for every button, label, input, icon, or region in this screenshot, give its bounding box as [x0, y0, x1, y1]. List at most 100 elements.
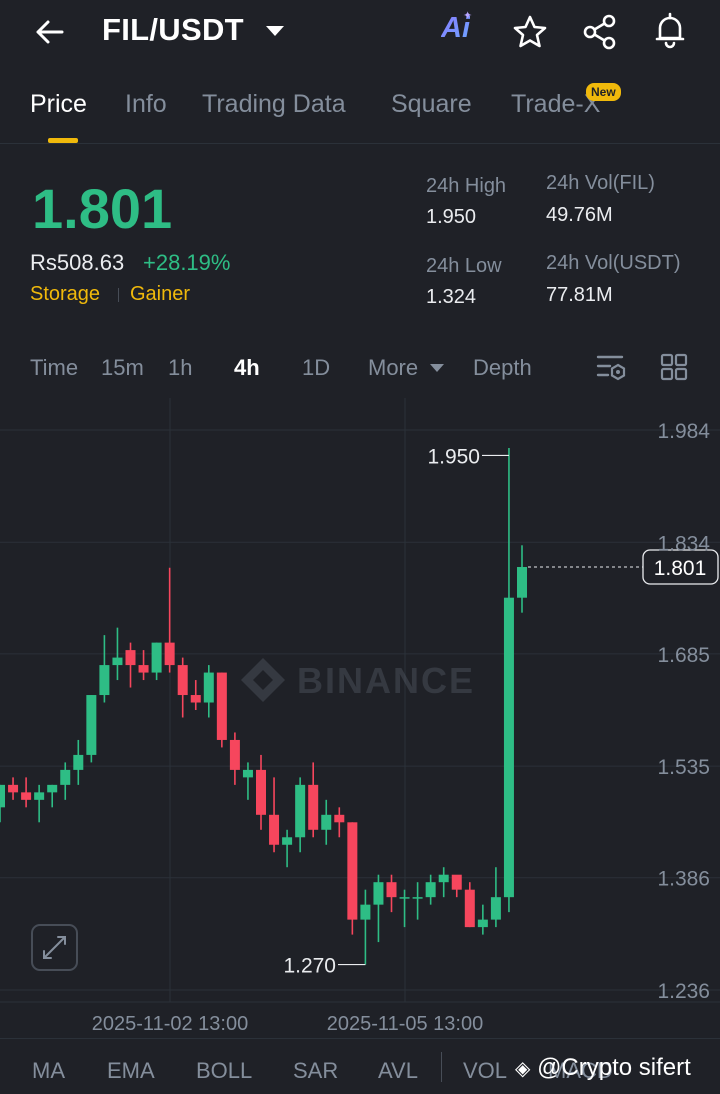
y-tick-label: 1.834: [657, 532, 710, 555]
binance-small-icon: ◈: [515, 1058, 531, 1080]
candle-body: [490, 897, 501, 920]
y-tick-label: 1.236: [657, 980, 710, 1003]
y-axis: 1.984 1.834 1.685 1.535 1.386 1.236: [657, 420, 710, 1003]
candle-body: [125, 650, 136, 666]
x-tick-label: 2025-11-02 13:00: [92, 1013, 248, 1035]
candle-body: [503, 597, 514, 898]
candle-body: [86, 695, 97, 755]
indicator-vol[interactable]: VOL: [463, 1058, 507, 1084]
new-badge: New: [586, 83, 621, 101]
watermark-text: BINANCE: [297, 660, 475, 701]
candle-body: [412, 897, 423, 899]
candle-body: [347, 822, 358, 920]
stat-high-label: 24h High: [426, 175, 507, 197]
candle-body: [21, 792, 32, 800]
tab-info[interactable]: Info: [125, 90, 167, 119]
candle-body: [308, 784, 319, 830]
candle-body: [190, 695, 201, 703]
price-inr: Rs508.63: [30, 250, 125, 275]
bell-icon[interactable]: [650, 10, 690, 50]
candle-body: [242, 769, 253, 778]
stat-vol-fil-label: 24h Vol(FIL): [546, 172, 655, 194]
candle-body: [73, 754, 84, 770]
interval-depth[interactable]: Depth: [473, 355, 532, 381]
interval-4h[interactable]: 4h: [234, 355, 260, 381]
candle-body: [477, 919, 488, 928]
stat-high-value: 1.950: [426, 206, 477, 228]
high-marker-label: 1.950: [427, 445, 480, 468]
candle-body: [295, 784, 306, 838]
x-axis: 2025-11-02 13:00 2025-11-05 13:00: [92, 1013, 483, 1035]
dropdown-caret-icon[interactable]: [266, 26, 284, 36]
candle-body: [451, 874, 462, 890]
interval-more[interactable]: More: [368, 355, 418, 381]
candle-body: [229, 739, 240, 770]
stat-vol-fil-value: 49.76M: [546, 204, 613, 226]
stat-low-value: 1.324: [426, 286, 477, 308]
candlestick-chart[interactable]: BINANCE 1.950 1.270 1.801 1.984 1.834 1.685 1…: [0, 398, 720, 1038]
candle-body: [438, 874, 449, 883]
candle-body: [386, 882, 397, 898]
candle-body: [151, 642, 162, 673]
stat-low-label: 24h Low: [426, 255, 502, 277]
candle-body: [373, 882, 384, 905]
candle-body: [464, 889, 475, 928]
interval-1d[interactable]: 1D: [302, 355, 330, 381]
candle-body: [282, 837, 293, 845]
candle-body: [99, 665, 110, 696]
candle-body: [47, 784, 58, 793]
indicator-divider: [441, 1052, 442, 1082]
credit-text: @Crypto sifert: [537, 1054, 691, 1081]
top-bar: FIL/USDT Ai ✦: [0, 0, 720, 64]
current-price-label: 1.801: [654, 557, 707, 580]
candle-body: [112, 657, 123, 666]
candle-body: [138, 665, 149, 673]
candle-body: [360, 904, 371, 920]
price-change: +28.19%: [143, 250, 231, 275]
grid-layout-icon[interactable]: [659, 352, 689, 382]
indicator-ma[interactable]: MA: [32, 1058, 65, 1084]
candle-body: [269, 814, 280, 845]
back-arrow-icon[interactable]: [30, 14, 70, 50]
pair-title[interactable]: FIL/USDT: [102, 12, 244, 48]
candle-body: [34, 792, 45, 800]
tab-price[interactable]: Price: [30, 90, 87, 119]
y-tick-label: 1.535: [657, 756, 710, 779]
last-price: 1.801: [32, 177, 173, 240]
candle-body: [425, 882, 436, 898]
y-tick-label: 1.984: [657, 420, 710, 443]
stat-vol-usdt-label: 24h Vol(USDT): [546, 252, 681, 274]
tabs-divider: [0, 143, 720, 144]
candle-body: [0, 784, 5, 808]
candle-body: [517, 567, 527, 598]
fullscreen-icon[interactable]: [31, 924, 78, 971]
stat-vol-usdt-value: 77.81M: [546, 284, 613, 306]
tab-trading-data[interactable]: Trading Data: [202, 90, 346, 119]
y-tick-label: 1.685: [657, 644, 710, 667]
candle-body: [203, 672, 214, 703]
share-icon[interactable]: [580, 12, 620, 52]
interval-15m[interactable]: 15m: [101, 355, 144, 381]
star-icon[interactable]: [510, 12, 550, 52]
x-tick-label: 2025-11-05 13:00: [327, 1013, 483, 1035]
tag-storage[interactable]: Storage: [30, 283, 100, 306]
indicator-sar[interactable]: SAR: [293, 1058, 338, 1084]
interval-time[interactable]: Time: [30, 355, 78, 381]
indicator-boll[interactable]: BOLL: [196, 1058, 252, 1084]
indicator-ema[interactable]: EMA: [107, 1058, 155, 1084]
candle-body: [216, 672, 227, 740]
tab-square[interactable]: Square: [391, 90, 472, 119]
indicator-avl[interactable]: AVL: [378, 1058, 418, 1084]
candle-body: [321, 814, 332, 830]
chart-settings-icon[interactable]: [596, 352, 628, 382]
low-marker-label: 1.270: [283, 955, 336, 978]
candles: [0, 447, 527, 965]
more-caret-icon[interactable]: [430, 364, 444, 372]
candle-body: [334, 814, 345, 823]
candle-body: [177, 665, 188, 696]
tag-gainer[interactable]: Gainer: [130, 283, 190, 306]
interval-1h[interactable]: 1h: [168, 355, 192, 381]
ai-sparkle-icon: ✦: [463, 10, 473, 22]
binance-watermark: BINANCE: [241, 658, 475, 702]
candle-body: [256, 769, 266, 815]
